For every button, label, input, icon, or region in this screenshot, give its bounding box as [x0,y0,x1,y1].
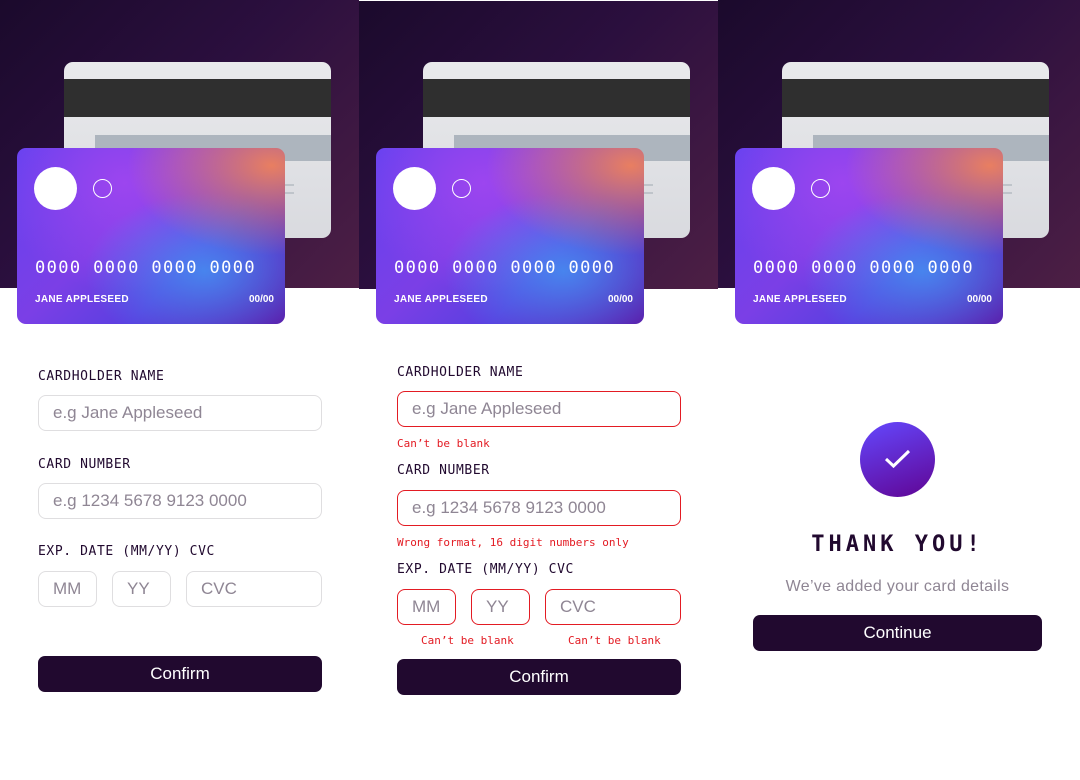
thank-you-subtitle: We’ve added your card details [785,578,1010,595]
form-panel-default: 0000 0000 0000 0000 JANE APPLESEED 00/00… [0,0,359,780]
card-front: 0000 0000 0000 0000 JANE APPLESEED 00/00 [735,148,1003,324]
card-number-error: Wrong format, 16 digit numbers only [397,536,629,549]
card-number-label: CARD NUMBER [38,457,131,472]
exp-date-cvc-label: EXP. DATE (MM/YY) CVC [397,562,574,577]
cardholder-name-input[interactable] [397,391,681,427]
exp-date-error: Can’t be blank [421,634,514,647]
cardholder-name-error: Can’t be blank [397,437,490,450]
cvc-input[interactable] [186,571,322,607]
card-logo-ring-icon [811,179,830,198]
card-holder-display: JANE APPLESEED [753,294,847,305]
success-check-icon [860,422,935,497]
card-number-display: 0000 0000 0000 0000 [753,258,975,278]
card-number-input[interactable] [397,490,681,526]
exp-date-cvc-label: EXP. DATE (MM/YY) CVC [38,544,215,559]
card-form: CARDHOLDER NAME Can’t be blank CARD NUMB… [397,0,681,780]
cardholder-name-label: CARDHOLDER NAME [397,365,524,380]
confirm-button[interactable]: Confirm [38,656,322,692]
thank-you-panel: 0000 0000 0000 0000 JANE APPLESEED 00/00… [718,0,1080,780]
continue-button[interactable]: Continue [753,615,1042,651]
thank-you-title: THANK YOU! [811,532,984,557]
card-expiry-display: 00/00 [966,294,992,305]
card-form: CARDHOLDER NAME CARD NUMBER EXP. DATE (M… [38,0,322,780]
magnetic-stripe [782,79,1049,117]
exp-year-input[interactable] [112,571,171,607]
cvc-input[interactable] [545,589,681,625]
confirm-button[interactable]: Confirm [397,659,681,695]
cardholder-name-input[interactable] [38,395,322,431]
exp-month-input[interactable] [397,589,456,625]
exp-year-input[interactable] [471,589,530,625]
card-logo-circle-icon [752,167,795,210]
card-number-input[interactable] [38,483,322,519]
cardholder-name-label: CARDHOLDER NAME [38,369,165,384]
card-number-label: CARD NUMBER [397,463,490,478]
exp-month-input[interactable] [38,571,97,607]
cvc-error: Can’t be blank [568,634,661,647]
form-panel-errors: 0000 0000 0000 0000 JANE APPLESEED 00/00… [359,0,718,780]
